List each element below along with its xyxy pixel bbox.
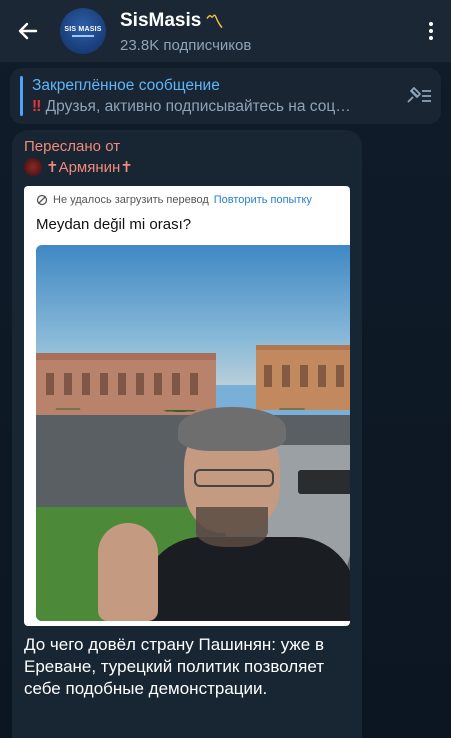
photo-person-hand bbox=[98, 523, 158, 621]
pinned-text: Закреплённое сообщение ‼ Друзья, активно… bbox=[32, 77, 397, 116]
forwarded-label: Переслано от bbox=[24, 138, 121, 155]
channel-name: SisMasis bbox=[120, 10, 202, 31]
photo-person-beard bbox=[196, 507, 268, 547]
arrow-left-icon bbox=[18, 22, 38, 40]
pinned-preview-text: Друзья, активно подписывайтесь на соц… bbox=[41, 97, 351, 115]
pinned-message-bar[interactable]: Закреплённое сообщение ‼ Друзья, активно… bbox=[10, 68, 441, 124]
forwarded-author[interactable]: ✝Армянин✝ bbox=[24, 158, 133, 176]
tweet-embed[interactable]: Не удалось загрузить перевод Повторить п… bbox=[24, 186, 350, 626]
translation-status: Не удалось загрузить перевод Повторить п… bbox=[36, 194, 312, 206]
pin-list-icon bbox=[407, 87, 431, 103]
photo-person-glasses bbox=[194, 469, 274, 487]
retry-translation-link[interactable]: Повторить попытку bbox=[214, 194, 312, 206]
photo-person-hair bbox=[178, 407, 286, 451]
avatar-underline bbox=[72, 34, 94, 37]
more-vertical-icon bbox=[429, 19, 433, 43]
tweet-text: Meydan değil mi orası? bbox=[36, 216, 192, 233]
double-exclamation-icon: ‼ bbox=[32, 97, 42, 115]
photo-windows-right bbox=[264, 365, 350, 387]
forwarded-author-avatar bbox=[24, 158, 42, 176]
photo-windows-left bbox=[46, 373, 206, 395]
back-button[interactable] bbox=[0, 3, 56, 59]
channel-title-mark: 〽 bbox=[205, 12, 224, 32]
tweet-photo[interactable] bbox=[36, 245, 350, 621]
subscriber-count: 23.8K подписчиков bbox=[120, 37, 252, 54]
avatar-text: SIS MASIS bbox=[64, 25, 102, 33]
chat-header: SIS MASIS SisMasis 〽 23.8K подписчиков bbox=[0, 0, 451, 62]
photo-bench bbox=[298, 470, 350, 494]
channel-title: SisMasis 〽 bbox=[120, 8, 411, 34]
message-caption: До чего довёл страну Пашинян: уже в Ерев… bbox=[24, 635, 325, 698]
no-translate-icon bbox=[36, 194, 48, 206]
message-bubble[interactable]: Переслано от ✝Армянин✝ Не удалось загруз… bbox=[12, 130, 362, 738]
pinned-title: Закреплённое сообщение bbox=[32, 76, 220, 94]
channel-avatar[interactable]: SIS MASIS bbox=[60, 8, 106, 54]
translation-failed-text: Не удалось загрузить перевод bbox=[53, 194, 209, 206]
photo-person-body bbox=[142, 537, 350, 621]
pinned-indicator bbox=[20, 76, 23, 116]
forwarded-author-name: ✝Армянин✝ bbox=[46, 159, 133, 176]
pinned-list-button[interactable] bbox=[397, 74, 441, 118]
channel-title-block[interactable]: SisMasis 〽 23.8K подписчиков bbox=[120, 8, 411, 54]
pinned-preview: ‼ Друзья, активно подписывайтесь на соц… bbox=[32, 98, 397, 116]
more-menu-button[interactable] bbox=[411, 3, 451, 59]
